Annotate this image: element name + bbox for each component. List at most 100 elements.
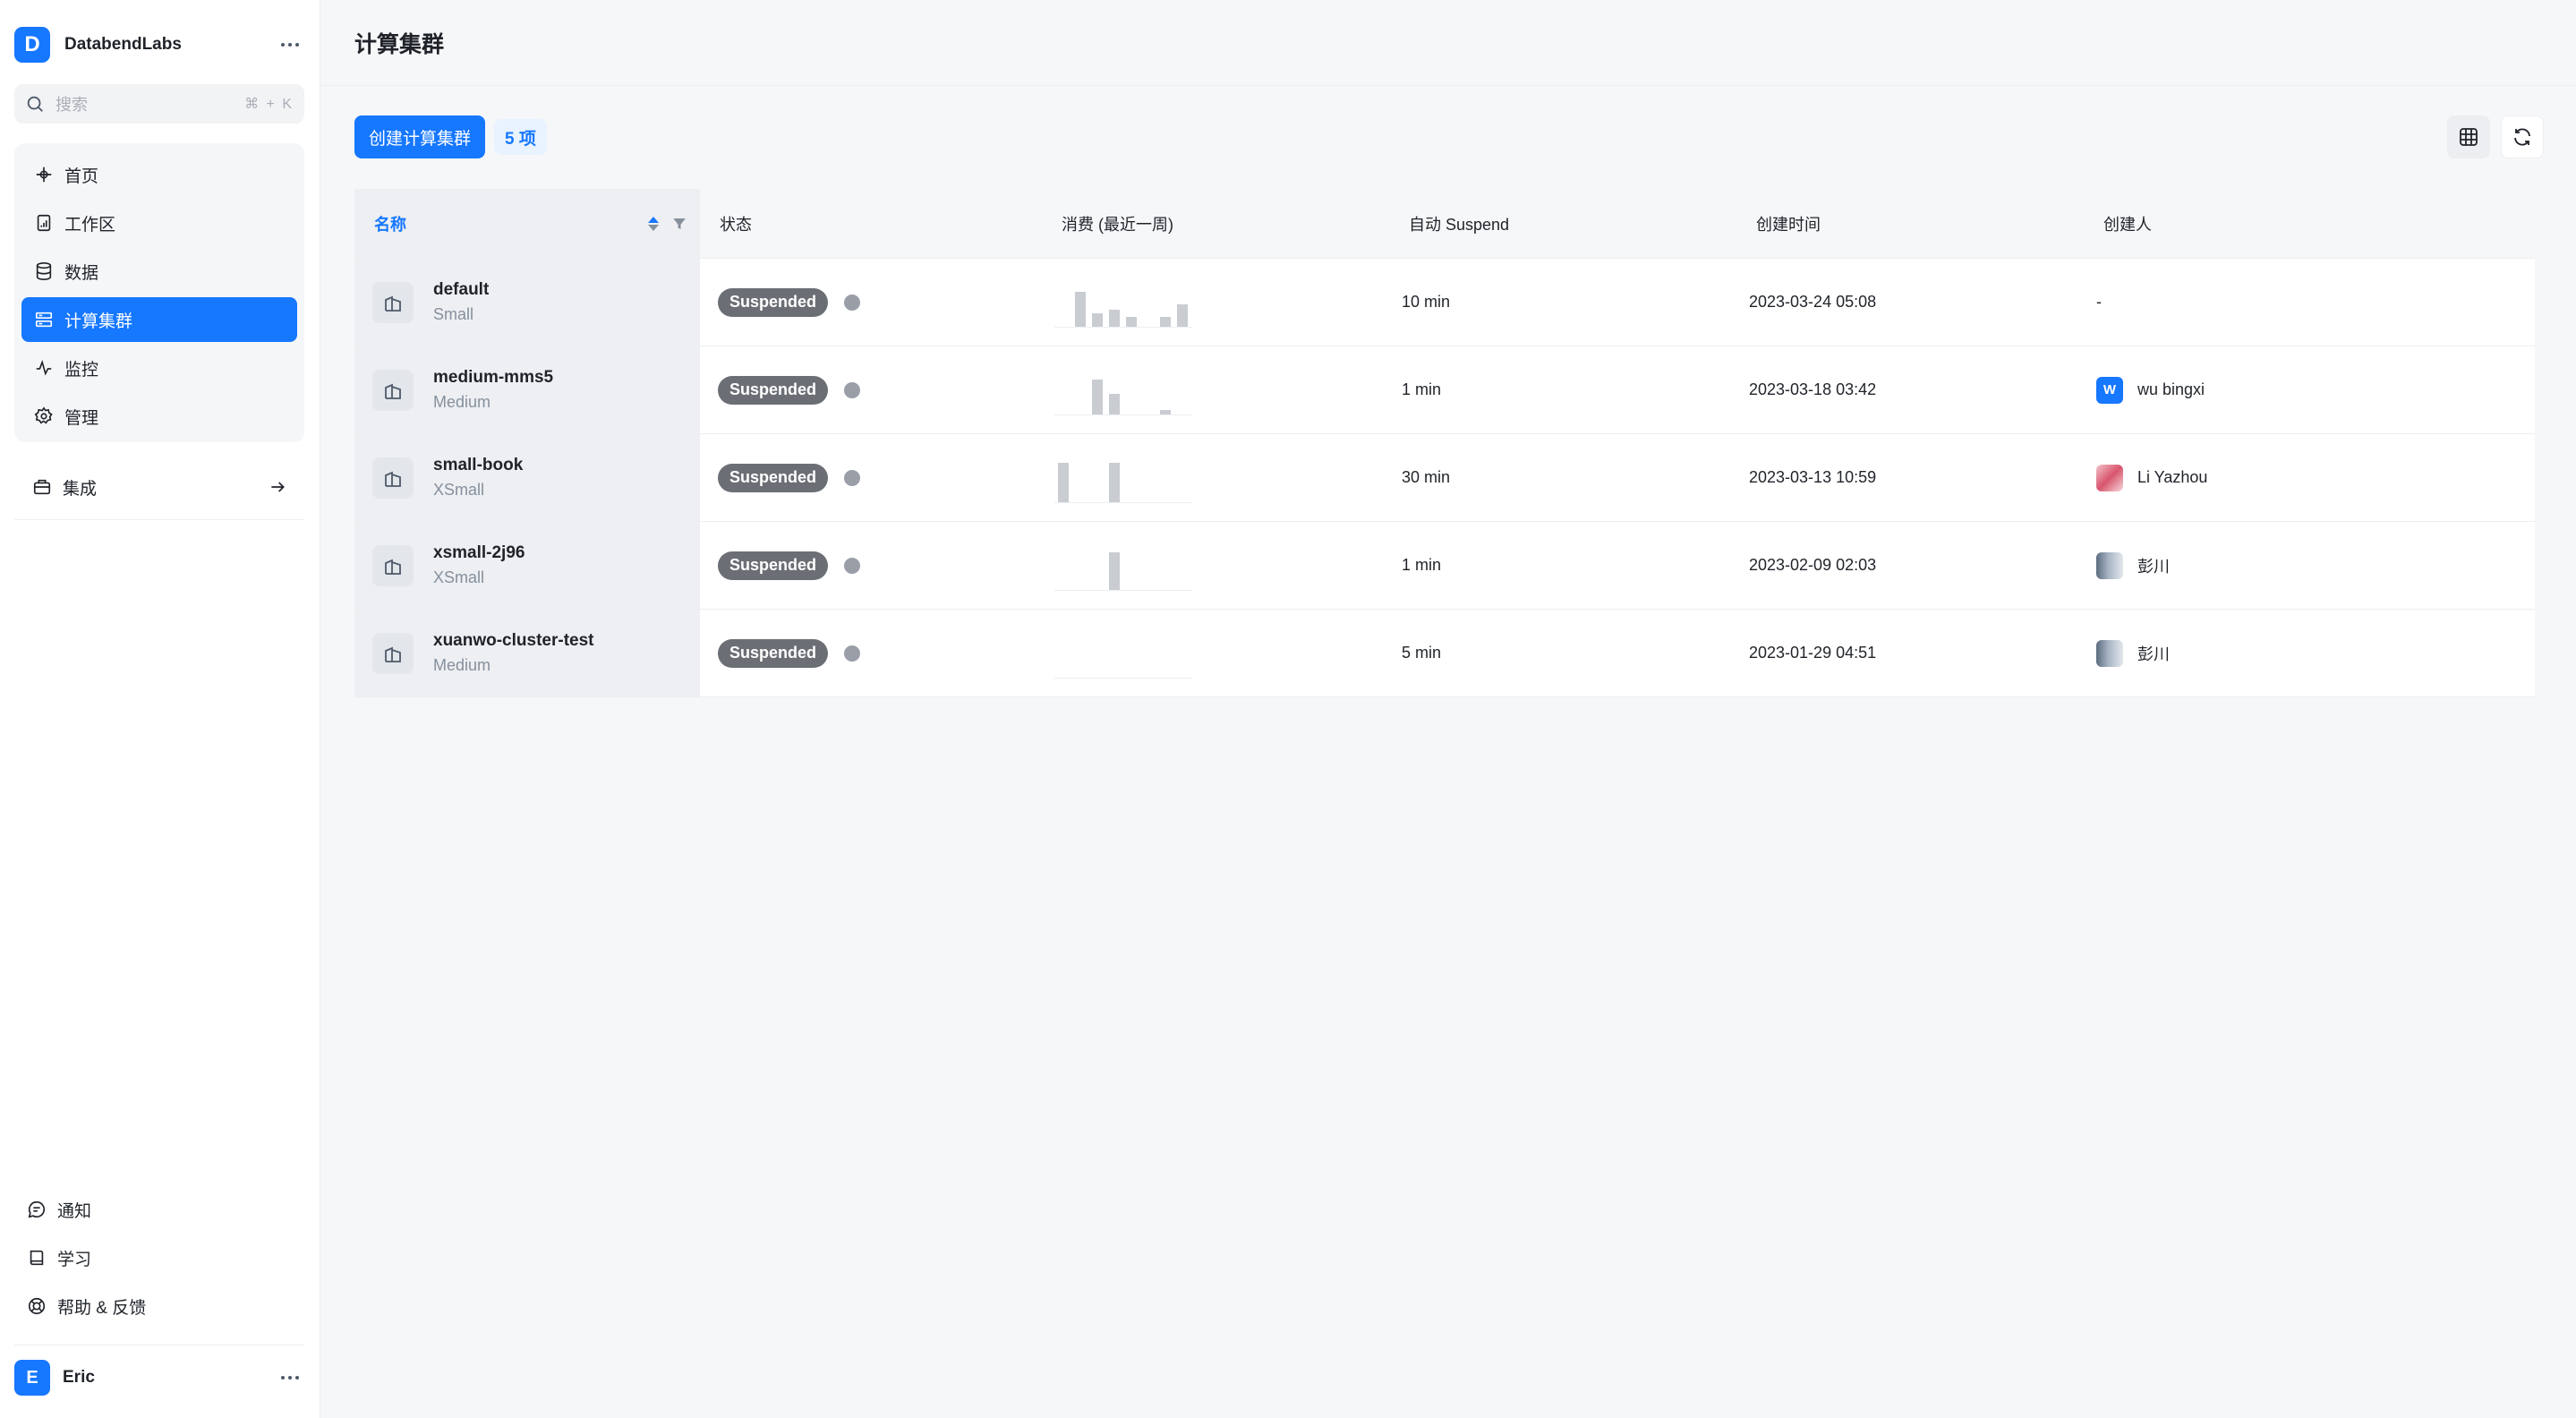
refresh-button[interactable] bbox=[2501, 115, 2544, 158]
cost-bar bbox=[1177, 303, 1188, 327]
nav-item-integrations[interactable]: 集成 bbox=[14, 466, 304, 508]
nav-item-clusters[interactable]: 计算集群 bbox=[21, 297, 297, 342]
cluster-name-cell[interactable]: small-book XSmall bbox=[354, 434, 700, 521]
nav-label-home: 首页 bbox=[64, 167, 99, 186]
status-cell: Suspended bbox=[700, 522, 1042, 609]
created-at-value: 2023-01-29 04:51 bbox=[1749, 644, 1877, 662]
cluster-icon bbox=[35, 312, 53, 328]
nav-item-help[interactable]: 帮助 & 反馈 bbox=[14, 1284, 304, 1328]
cost-bar bbox=[1075, 291, 1086, 327]
cluster-name-cell[interactable]: medium-mms5 Medium bbox=[354, 346, 700, 433]
nav-item-monitor[interactable]: 监控 bbox=[21, 346, 297, 390]
cluster-building-icon bbox=[372, 369, 414, 411]
column-header-auto-suspend: 自动 Suspend bbox=[1409, 215, 1510, 234]
cluster-building-icon bbox=[372, 457, 414, 499]
table-row[interactable]: medium-mms5 Medium Suspended 1 min 2023-… bbox=[354, 346, 2535, 434]
cluster-name[interactable]: xuanwo-cluster-test bbox=[433, 631, 593, 651]
filter-icon[interactable] bbox=[671, 216, 687, 232]
creator-cell: - bbox=[2084, 259, 2535, 346]
refresh-icon bbox=[2514, 128, 2530, 146]
cluster-name-cell[interactable]: xuanwo-cluster-test Medium bbox=[354, 610, 700, 696]
auto-suspend-value: 30 min bbox=[1402, 468, 1451, 486]
cost-bar bbox=[1058, 462, 1069, 502]
search-box[interactable]: 搜索 ⌘ + K bbox=[14, 84, 304, 124]
cluster-name[interactable]: small-book bbox=[433, 456, 523, 475]
cost-bar bbox=[1092, 312, 1103, 327]
search-icon bbox=[27, 96, 43, 112]
nav-label-help: 帮助 & 反馈 bbox=[57, 1298, 147, 1318]
status-badge: Suspended bbox=[718, 551, 829, 580]
creator-avatar: W bbox=[2096, 376, 2123, 404]
cluster-size: Medium bbox=[433, 656, 491, 674]
user-more-icon[interactable] bbox=[274, 1369, 306, 1387]
cluster-name-cell[interactable]: xsmall-2j96 XSmall bbox=[354, 522, 700, 609]
table-row[interactable]: small-book XSmall Suspended 30 min 2023-… bbox=[354, 434, 2535, 522]
nav-item-home[interactable]: 首页 bbox=[21, 152, 297, 197]
card-view-button[interactable] bbox=[2447, 115, 2490, 158]
creator-name: wu bingxi bbox=[2137, 380, 2205, 398]
cost-sparkline bbox=[1054, 453, 1192, 503]
sidebar: D DatabendLabs 搜索 ⌘ + K 首页 工作区 数据 计算集群 监… bbox=[0, 0, 320, 1418]
nav-item-manage[interactable]: 管理 bbox=[21, 394, 297, 439]
cluster-name[interactable]: default bbox=[433, 280, 489, 300]
creator-name: Li Yazhou bbox=[2137, 468, 2208, 486]
column-header-status: 状态 bbox=[720, 215, 752, 234]
cluster-name[interactable]: medium-mms5 bbox=[433, 368, 553, 388]
created-at-value: 2023-03-24 05:08 bbox=[1749, 293, 1877, 311]
user-menu[interactable]: E Eric bbox=[14, 1359, 306, 1397]
cost-bar bbox=[1109, 462, 1120, 502]
cost-bar bbox=[1092, 379, 1103, 414]
page-header: 计算集群 bbox=[320, 0, 2576, 86]
activity-icon bbox=[36, 359, 52, 376]
arrow-right-icon bbox=[271, 482, 285, 492]
cluster-size: Small bbox=[433, 305, 474, 323]
page-title: 计算集群 bbox=[354, 31, 445, 57]
table-row[interactable]: xsmall-2j96 XSmall Suspended 1 min 2023-… bbox=[354, 522, 2535, 610]
table-row[interactable]: xuanwo-cluster-test Medium Suspended 5 m… bbox=[354, 610, 2535, 697]
nav-item-worksheet[interactable]: 工作区 bbox=[21, 201, 297, 245]
cluster-name[interactable]: xsmall-2j96 bbox=[433, 543, 525, 563]
database-icon bbox=[36, 262, 52, 280]
status-cell: Suspended bbox=[700, 346, 1042, 433]
column-label-name: 名称 bbox=[374, 215, 406, 234]
created-at-value: 2023-03-13 10:59 bbox=[1749, 468, 1877, 486]
auto-suspend-value: 10 min bbox=[1402, 293, 1451, 311]
sort-icon[interactable] bbox=[648, 216, 659, 231]
status-badge: Suspended bbox=[718, 375, 829, 405]
user-name: Eric bbox=[63, 1368, 95, 1387]
toolbar: 创建计算集群 5 项 bbox=[354, 115, 2544, 159]
creator-name: 彭川 bbox=[2137, 557, 2170, 576]
lifebuoy-icon bbox=[28, 1297, 46, 1315]
cost-cell bbox=[1042, 434, 1389, 521]
sidebar-divider bbox=[14, 519, 304, 520]
create-cluster-button[interactable]: 创建计算集群 bbox=[354, 115, 486, 158]
column-header-created-at: 创建时间 bbox=[1756, 215, 1821, 234]
creator-avatar bbox=[2096, 464, 2123, 491]
creator-cell: 彭川 bbox=[2084, 610, 2535, 696]
table-row[interactable]: default Small Suspended 10 min 2023-03-2… bbox=[354, 259, 2535, 346]
nav-item-notifications[interactable]: 通知 bbox=[14, 1187, 304, 1232]
cost-bar bbox=[1109, 393, 1120, 414]
auto-suspend-value: 1 min bbox=[1402, 380, 1442, 398]
nav-label-notifications: 通知 bbox=[57, 1201, 92, 1221]
book-icon bbox=[30, 1250, 44, 1266]
main-nav: 首页 工作区 数据 计算集群 监控 管理 bbox=[14, 143, 304, 442]
cluster-building-icon bbox=[372, 281, 414, 323]
nav-label-learn: 学习 bbox=[57, 1250, 92, 1269]
cluster-size: XSmall bbox=[433, 481, 485, 499]
nav-label-monitor: 监控 bbox=[64, 360, 99, 380]
gear-icon bbox=[34, 406, 53, 424]
status-dot bbox=[844, 381, 861, 398]
status-badge: Suspended bbox=[718, 463, 829, 492]
org-switcher[interactable]: D DatabendLabs bbox=[14, 27, 306, 63]
org-more-icon[interactable] bbox=[274, 36, 306, 54]
nav-item-learn[interactable]: 学习 bbox=[14, 1235, 304, 1280]
column-header-name[interactable]: 名称 bbox=[354, 189, 700, 258]
nav-item-data[interactable]: 数据 bbox=[21, 249, 297, 294]
cluster-size: XSmall bbox=[433, 568, 485, 586]
created-at-value: 2023-03-18 03:42 bbox=[1749, 380, 1877, 398]
nav-label-worksheet: 工作区 bbox=[64, 215, 116, 235]
cluster-name-cell[interactable]: default Small bbox=[354, 259, 700, 346]
column-header-creator: 创建人 bbox=[2103, 215, 2152, 234]
auto-suspend-value: 5 min bbox=[1402, 644, 1442, 662]
